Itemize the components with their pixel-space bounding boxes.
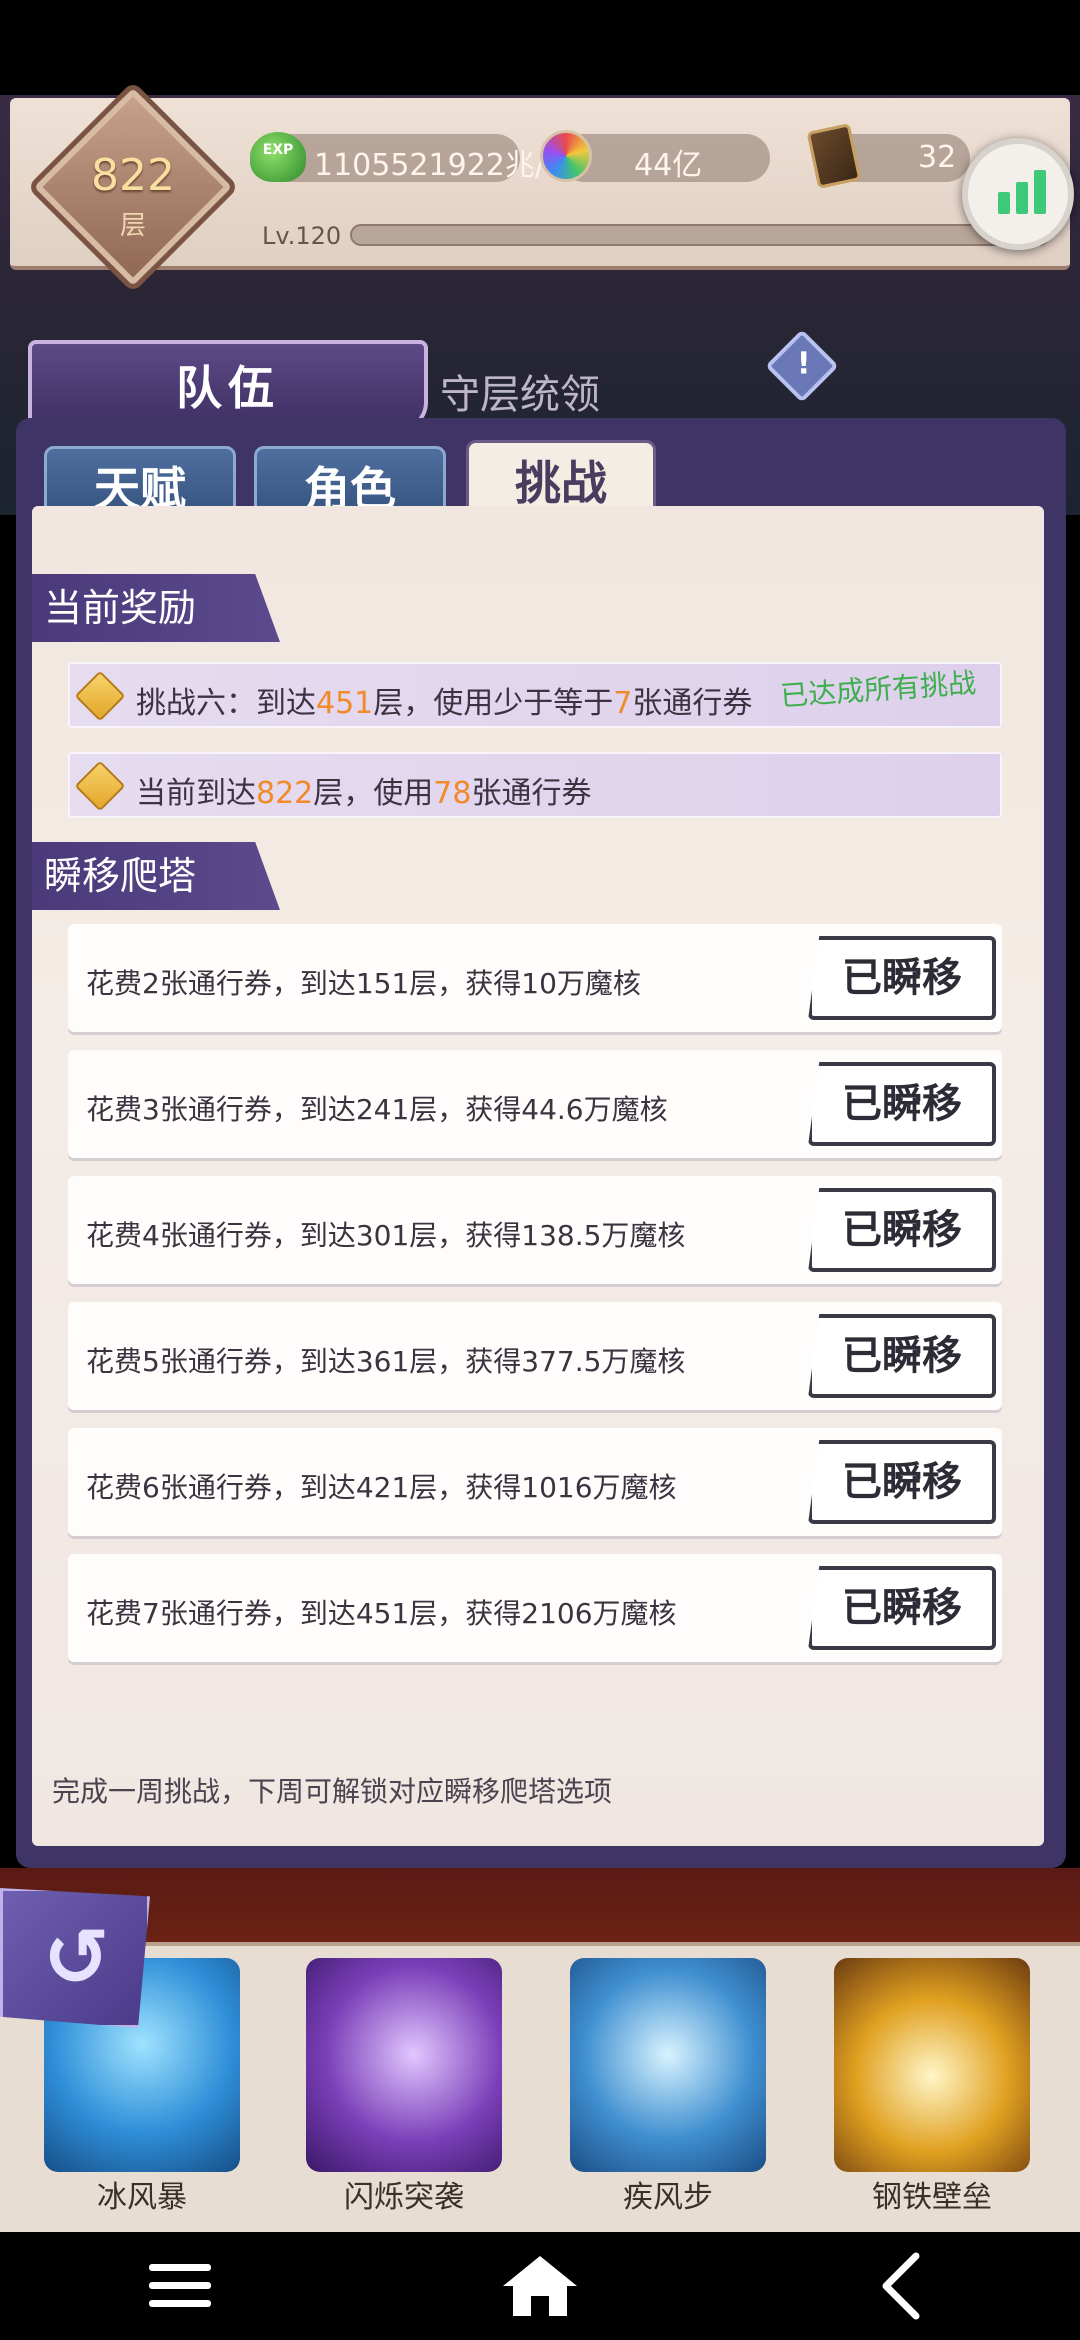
teleport-option-row: 花费4张通行券，到达301层，获得138.5万魔核 已瞬移: [68, 1176, 1002, 1284]
signal-icon-bar: [1016, 182, 1028, 214]
teleport-option-text: 花费2张通行券，到达151层，获得10万魔核: [86, 967, 641, 1000]
teleport-option-text: 花费5张通行券，到达361层，获得377.5万魔核: [86, 1345, 686, 1378]
dash-icon: [570, 1958, 766, 2172]
team-title: 队伍: [176, 361, 280, 415]
blade-shield-icon: [834, 1958, 1030, 2172]
teleport-option-row: 花费6张通行券，到达421层，获得1016万魔核 已瞬移: [68, 1428, 1002, 1536]
skill-label: 闪烁突袭: [344, 2180, 464, 2215]
teleported-button[interactable]: 已瞬移: [808, 1188, 996, 1272]
exp-value: 1105521922兆/m: [314, 148, 575, 183]
footer-note: 完成一周挑战，下周可解锁对应瞬移爬塔选项: [52, 1775, 613, 1808]
skill-label: 钢铁壁垒: [872, 2180, 992, 2215]
exp-icon: EXP: [250, 132, 306, 182]
gem-icon: [540, 130, 592, 182]
home-icon[interactable]: [495, 2248, 585, 2324]
boss-label: 守层统领: [440, 372, 600, 418]
teleported-button[interactable]: 已瞬移: [808, 1062, 996, 1146]
swirl-arrow-icon: ↺: [43, 1911, 111, 2004]
signal-icon-bar: [1034, 170, 1046, 214]
skill-flash-strike[interactable]: [306, 1958, 502, 2172]
teleport-option-row: 花费7张通行券，到达451层，获得2106万魔核 已瞬移: [68, 1554, 1002, 1662]
teleport-option-text: 花费4张通行券，到达301层，获得138.5万魔核: [86, 1219, 686, 1252]
teleported-button[interactable]: 已瞬移: [808, 936, 996, 1020]
skill-label: 冰风暴: [97, 2180, 187, 2215]
teleported-button[interactable]: 已瞬移: [808, 1314, 996, 1398]
gem-value: 44亿: [634, 148, 703, 183]
teleport-option-text: 花费7张通行券，到达451层，获得2106万魔核: [86, 1597, 677, 1630]
teleport-option-text: 花费3张通行券，到达241层，获得44.6万魔核: [86, 1093, 668, 1126]
diamond-icon: [74, 760, 126, 812]
reward-row-current: 当前到达822层，使用78张通行券: [68, 752, 1002, 818]
level-progress-bar: [350, 224, 1050, 246]
teleported-button[interactable]: 已瞬移: [808, 1440, 996, 1524]
teleport-option-row: 花费2张通行券，到达151层，获得10万魔核 已瞬移: [68, 924, 1002, 1032]
teleport-option-row: 花费5张通行券，到达361层，获得377.5万魔核 已瞬移: [68, 1302, 1002, 1410]
shadow-strike-icon: [306, 1958, 502, 2172]
reward-text: 挑战六：到达451层，使用少于等于7张通行券: [136, 686, 753, 721]
floor-unit: 层: [119, 211, 146, 241]
back-flag-button[interactable]: ↺: [0, 1888, 150, 2028]
signal-icon: [998, 192, 1010, 214]
system-nav-bar: [0, 2232, 1080, 2340]
skill-wind-step[interactable]: [570, 1958, 766, 2172]
current-rewards-header: 当前奖励: [32, 574, 280, 642]
teleport-option-row: 花费3张通行券，到达241层，获得44.6万魔核 已瞬移: [68, 1050, 1002, 1158]
teleport-option-text: 花费6张通行券，到达421层，获得1016万魔核: [86, 1471, 677, 1504]
level-label: Lv.120: [262, 222, 342, 250]
teleport-header: 瞬移爬塔: [32, 842, 280, 910]
teleported-button[interactable]: 已瞬移: [808, 1566, 996, 1650]
skill-label: 疾风步: [623, 2180, 713, 2215]
back-icon[interactable]: [860, 2248, 950, 2324]
reward-text: 当前到达822层，使用78张通行券: [136, 776, 592, 811]
diamond-icon: [74, 670, 126, 722]
menu-icon[interactable]: [135, 2248, 225, 2324]
signal-button[interactable]: [962, 138, 1074, 250]
skill-iron-bastion[interactable]: [834, 1958, 1030, 2172]
floor-number: 822: [91, 150, 175, 201]
ticket-value: 32: [918, 140, 957, 175]
